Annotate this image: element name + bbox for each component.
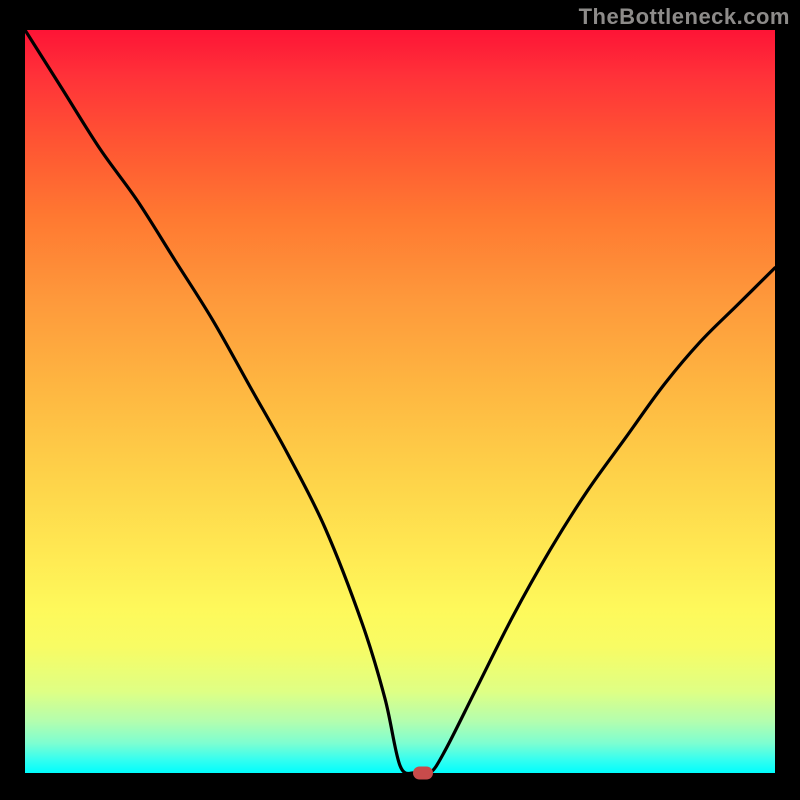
- plot-area: [25, 30, 775, 773]
- optimum-marker: [413, 767, 433, 780]
- bottleneck-curve: [25, 30, 775, 773]
- watermark-text: TheBottleneck.com: [579, 4, 790, 30]
- chart-container: TheBottleneck.com: [0, 0, 800, 800]
- curve-svg: [25, 30, 775, 773]
